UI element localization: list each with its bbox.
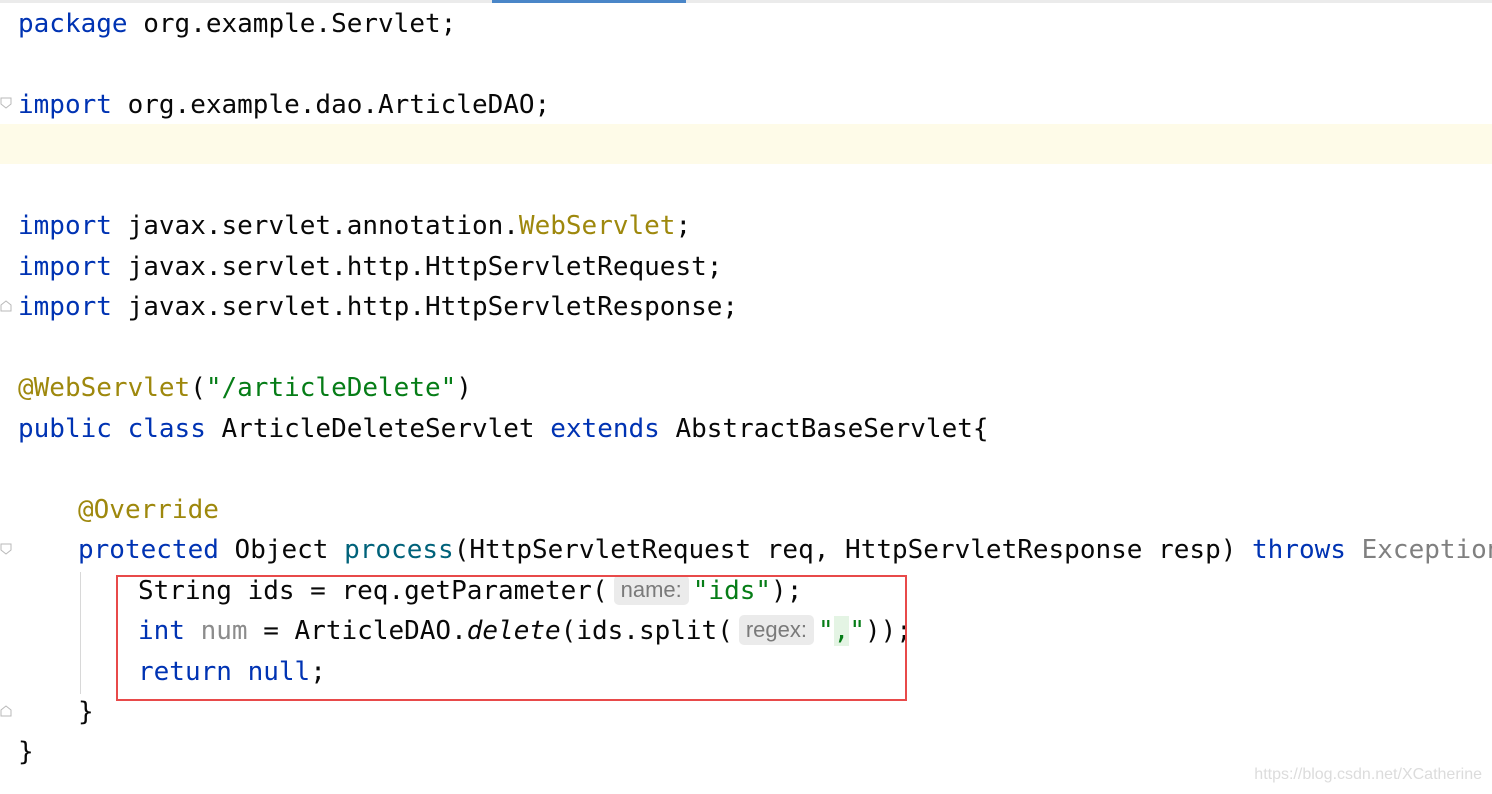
keyword: import [18,211,112,241]
tab-strip [0,0,1492,3]
code-text: org.example.Servlet; [127,9,457,39]
code-line-package[interactable]: package org.example.Servlet; [18,4,456,44]
class-name: ArticleDeleteServlet [205,414,551,444]
code-text: ) [456,373,472,403]
annotation-type: WebServlet [518,211,676,241]
code-line-import-response[interactable]: import javax.servlet.http.HttpServletRes… [18,287,738,327]
annotation: @Override [78,495,219,525]
closing-brace: } [18,737,34,767]
code-line-import-request[interactable]: import javax.servlet.http.HttpServletReq… [18,247,722,287]
code-text: AbstractBaseServlet{ [659,414,989,444]
code-text: ( [190,373,206,403]
watermark: https://blog.csdn.net/XCatherine [1254,766,1482,783]
keyword: import [18,252,112,282]
code-line-override[interactable]: @Override [78,490,219,530]
indent-guide [80,572,81,694]
fold-marker-icon[interactable] [0,97,12,109]
code-text: org.example.dao.ArticleDAO; [111,90,551,120]
red-highlight-box [116,575,907,701]
fold-marker-icon[interactable] [0,300,12,312]
keyword: public [18,414,112,444]
caret-line-highlight [0,124,1492,164]
code-text: javax.servlet.http.HttpServletResponse; [111,292,739,322]
code-text: javax.servlet.annotation. [111,211,519,241]
code-text: javax.servlet.http.HttpServletRequest; [111,252,723,282]
string-literal: "/articleDelete" [205,373,457,403]
fold-marker-icon[interactable] [0,543,12,555]
method-name: process [344,535,454,565]
code-text: (HttpServletRequest req, HttpServletResp… [453,535,1253,565]
keyword: import [18,90,112,120]
active-tab-indicator [492,0,686,3]
keyword: throws [1252,535,1346,565]
keyword: class [127,414,206,444]
code-line-import-webservlet[interactable]: import javax.servlet.annotation.WebServl… [18,206,691,246]
code-text: ; [675,211,692,241]
closing-brace: } [78,697,94,727]
keyword: import [18,292,112,322]
code-line-method-signature[interactable]: protected Object process(HttpServletRequ… [78,530,1492,570]
code-line-class-declaration[interactable]: public class ArticleDeleteServlet extend… [18,409,989,449]
keyword: package [18,9,128,39]
exception-type: Exception [1345,535,1492,565]
code-editor[interactable]: package org.example.Servlet; import org.… [0,0,1492,794]
annotation: @WebServlet [18,373,191,403]
code-line-class-close[interactable]: } [18,732,34,772]
fold-marker-icon[interactable] [0,705,12,717]
code-line-method-close[interactable]: } [78,692,94,732]
code-line-import-dao[interactable]: import org.example.dao.ArticleDAO; [18,85,550,125]
keyword: extends [550,414,660,444]
code-text: Object [218,535,345,565]
code-line-webservlet-annotation[interactable]: @WebServlet("/articleDelete") [18,368,472,408]
keyword: protected [78,535,219,565]
